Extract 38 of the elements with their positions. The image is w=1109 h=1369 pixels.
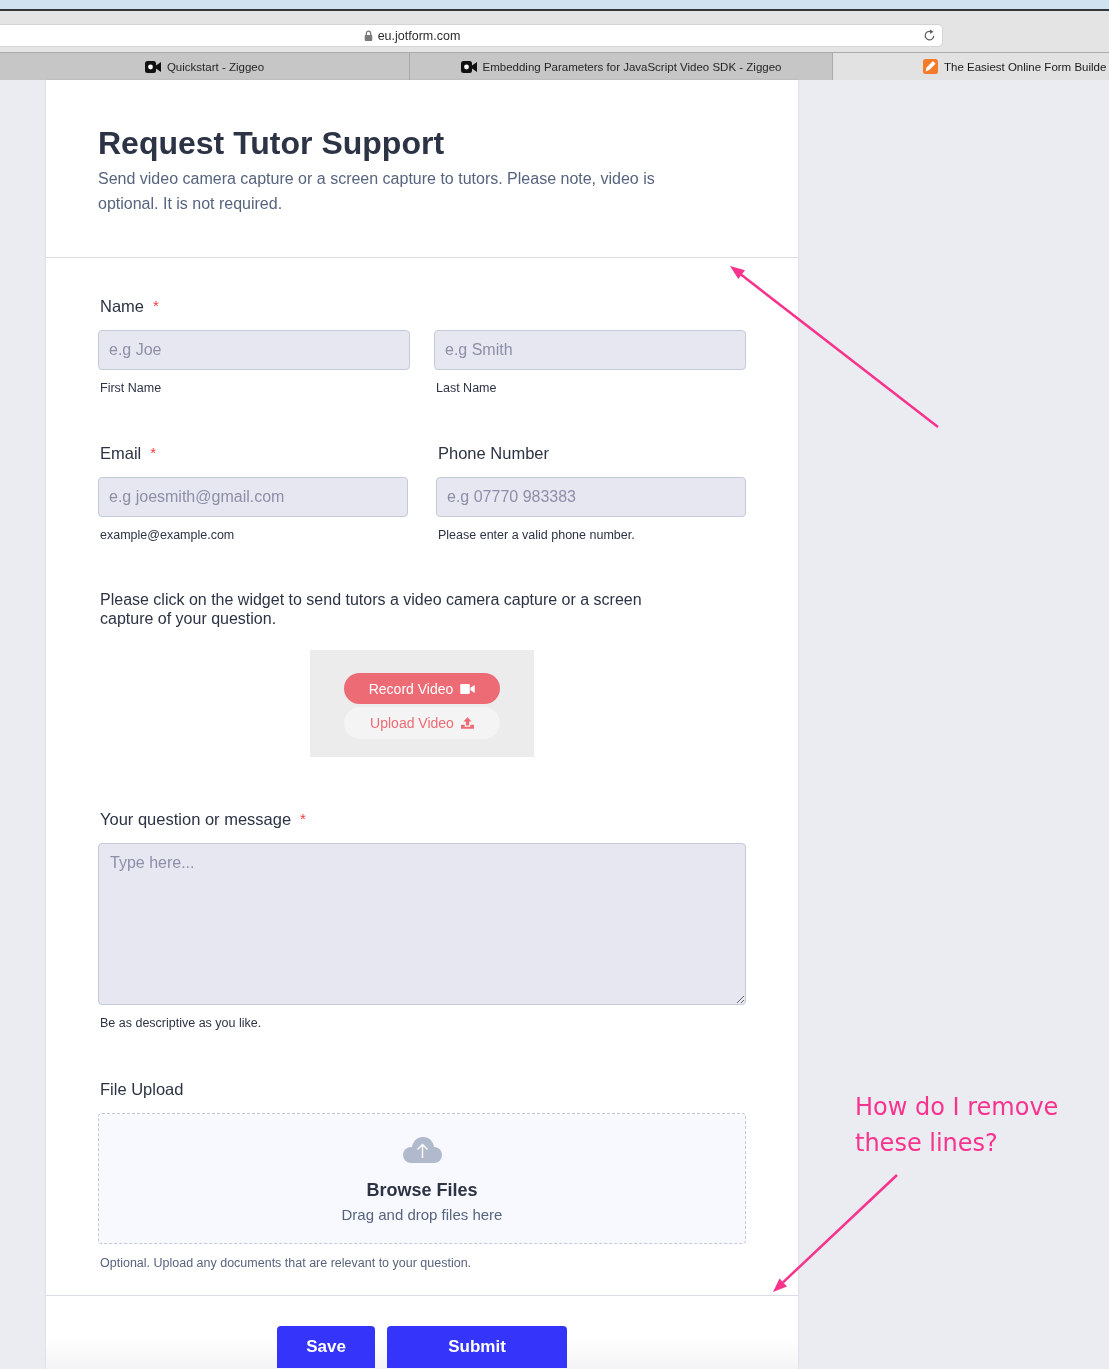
field-label: File Upload [100, 1079, 184, 1100]
browse-files-label: Browse Files [366, 1179, 478, 1201]
input-field[interactable]: e.g Joe [98, 330, 410, 370]
form-title: Request Tutor Support [98, 124, 446, 162]
required-mark: * [150, 443, 157, 463]
field-label: Name [100, 296, 144, 317]
field-sublabel: example@example.com [99, 527, 235, 543]
field-sublabel: Be as descriptive as you like. [99, 1015, 262, 1031]
file-dropzone[interactable]: Browse Files Drag and drop files here [98, 1113, 746, 1244]
video-camera-icon [144, 60, 161, 73]
required-mark: * [153, 296, 159, 316]
browser-tab[interactable]: The Easiest Online Form Builde [833, 53, 1109, 80]
lock-icon [363, 30, 373, 41]
input-field[interactable]: e.g joesmith@gmail.com [98, 477, 408, 517]
upload-icon [460, 717, 474, 729]
form-description: Send video camera capture or a screen capture to tutors. Please note, video is optional. It is not required. [98, 169, 656, 214]
video-camera-icon [460, 683, 476, 694]
field-label: Phone Number [438, 443, 549, 464]
field-label: Your question or message [100, 809, 292, 830]
instruction-text: Please click on the widget to send tutors a video camera capture or a screen capture of your question. [99, 590, 643, 628]
field-sublabel: Optional. Upload any documents that are relevant to your question. [99, 1255, 472, 1271]
video-camera-icon [460, 60, 477, 73]
field-sublabel: Last Name [435, 380, 497, 396]
field-sublabel: Please enter a valid phone number. [437, 527, 635, 543]
input-field[interactable]: e.g 07770 983383 [436, 477, 746, 517]
reload-icon[interactable] [923, 29, 936, 42]
address-bar[interactable]: eu.jotform.com [0, 24, 943, 47]
required-mark: * [300, 809, 306, 829]
field-label: Email [100, 443, 142, 464]
cloud-upload-icon [402, 1137, 442, 1163]
message-textarea[interactable]: Type here... [98, 843, 746, 1005]
input-field[interactable]: e.g Smith [434, 330, 746, 370]
pencil-icon [923, 59, 938, 74]
submit-button[interactable]: Submit [387, 1326, 567, 1368]
field-sublabel: First Name [99, 380, 162, 396]
save-button[interactable]: Save [277, 1326, 375, 1368]
dropzone-hint: Drag and drop files here [341, 1205, 503, 1225]
annotation-text: How do I remove these lines? [855, 1092, 1060, 1159]
